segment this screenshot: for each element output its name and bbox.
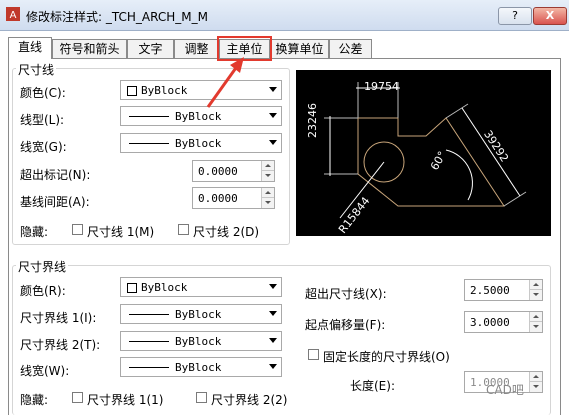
line-sample: [129, 143, 169, 144]
line-sample: [129, 367, 169, 368]
help-button[interactable]: ?: [498, 7, 532, 25]
spin-down-icon[interactable]: [529, 322, 542, 332]
dim-suppress-label: 隐藏:: [20, 225, 49, 239]
fixed-length-checkbox[interactable]: [308, 349, 319, 360]
chevron-down-icon: [269, 338, 277, 343]
close-button[interactable]: X: [533, 7, 567, 25]
tab-symbols-arrows[interactable]: 符号和箭头: [52, 39, 127, 58]
suppress-ext1-label: 尺寸界线 1(1): [87, 393, 164, 407]
preview-panel: 19754 23246 39292 R15844 60°: [296, 70, 551, 236]
ext-lineweight-select[interactable]: ByBlock: [120, 357, 282, 377]
tab-alternate-units[interactable]: 换算单位: [270, 39, 329, 58]
ext2-linetype-select[interactable]: ByBlock: [120, 331, 282, 351]
spin-up-icon[interactable]: [529, 372, 542, 382]
dim-baseline-spinner[interactable]: 0.0000: [192, 187, 275, 209]
dim-lines-legend: 尺寸线: [16, 61, 57, 78]
spin-down-icon[interactable]: [529, 382, 542, 392]
fixed-length-label: 固定长度的尺寸界线(O): [323, 350, 450, 364]
suppress-dim2-label: 尺寸线 2(D): [193, 225, 260, 239]
dim-color-value: ByBlock: [141, 84, 188, 97]
watermark: CAD吧: [486, 383, 524, 397]
suppress-ext1-checkbox[interactable]: [72, 392, 83, 403]
preview-dim-left: 23246: [306, 103, 319, 138]
ext2-linetype-value: ByBlock: [175, 335, 222, 348]
tab-tolerances[interactable]: 公差: [329, 39, 372, 58]
window-title: 修改标注样式: _TCH_ARCH_M_M: [26, 10, 208, 24]
svg-text:A: A: [10, 10, 17, 21]
spin-up-icon[interactable]: [261, 188, 274, 198]
chevron-down-icon: [269, 87, 277, 92]
chevron-down-icon: [269, 311, 277, 316]
color-swatch: [127, 86, 137, 96]
spin-up-icon[interactable]: [529, 312, 542, 322]
ext-extend-value: 2.5000: [470, 284, 510, 297]
ext-color-select[interactable]: ByBlock: [120, 277, 282, 297]
ext-lineweight-value: ByBlock: [175, 361, 222, 374]
annotation-arrow: [206, 57, 244, 108]
app-icon: A: [6, 7, 20, 21]
dim-lineweight-label: 线宽(G):: [20, 140, 67, 154]
length-label: 长度(E):: [350, 379, 395, 393]
title-bar: A 修改标注样式: _TCH_ARCH_M_M ? X: [0, 0, 569, 31]
chevron-down-icon: [269, 113, 277, 118]
ext-offset-spinner[interactable]: 3.0000: [464, 311, 543, 333]
suppress-ext2-checkbox[interactable]: [196, 392, 207, 403]
dim-extend-label: 超出标记(N):: [20, 168, 91, 182]
dim-extend-spinner[interactable]: 0.0000: [192, 160, 275, 182]
dim-linetype-label: 线型(L):: [20, 113, 65, 127]
ext1-linetype-value: ByBlock: [175, 308, 222, 321]
ext-color-label: 颜色(R):: [20, 284, 66, 298]
spin-down-icon[interactable]: [261, 171, 274, 181]
ext-offset-value: 3.0000: [470, 316, 510, 329]
color-swatch: [127, 283, 137, 293]
chevron-down-icon: [269, 284, 277, 289]
suppress-dim2-checkbox[interactable]: [178, 224, 189, 235]
ext-extend-spinner[interactable]: 2.5000: [464, 279, 543, 301]
line-sample: [129, 116, 169, 117]
ext1-linetype-select[interactable]: ByBlock: [120, 304, 282, 324]
line-sample: [129, 341, 169, 342]
dim-lineweight-select[interactable]: ByBlock: [120, 133, 282, 153]
ext-color-value: ByBlock: [141, 281, 188, 294]
ext-suppress-label: 隐藏:: [20, 393, 49, 407]
dim-extend-value: 0.0000: [198, 165, 238, 178]
suppress-dim1-checkbox[interactable]: [72, 224, 83, 235]
ext1-linetype-label: 尺寸界线 1(I):: [20, 311, 97, 325]
preview-dim-top: 19754: [364, 80, 399, 93]
ext-extend-label: 超出尺寸线(X):: [305, 287, 387, 301]
chevron-down-icon: [269, 140, 277, 145]
suppress-dim1-label: 尺寸线 1(M): [87, 225, 155, 239]
dim-baseline-label: 基线间距(A):: [20, 195, 90, 209]
ext2-linetype-label: 尺寸界线 2(T):: [20, 338, 101, 352]
ext-offset-label: 起点偏移量(F):: [305, 318, 386, 332]
spin-down-icon[interactable]: [261, 198, 274, 208]
chevron-down-icon: [269, 364, 277, 369]
ext-lines-legend: 尺寸界线: [16, 258, 69, 275]
ext-lineweight-label: 线宽(W):: [20, 364, 70, 378]
suppress-ext2-label: 尺寸界线 2(2): [211, 393, 288, 407]
tab-lines[interactable]: 直线: [8, 37, 52, 59]
dim-color-label: 颜色(C):: [20, 86, 66, 100]
spin-down-icon[interactable]: [529, 290, 542, 300]
dim-baseline-value: 0.0000: [198, 192, 238, 205]
spin-up-icon[interactable]: [261, 161, 274, 171]
dim-lineweight-value: ByBlock: [175, 137, 222, 150]
line-sample: [129, 314, 169, 315]
spin-up-icon[interactable]: [529, 280, 542, 290]
preview-drawing: [324, 82, 527, 219]
tab-text[interactable]: 文字: [127, 39, 174, 58]
